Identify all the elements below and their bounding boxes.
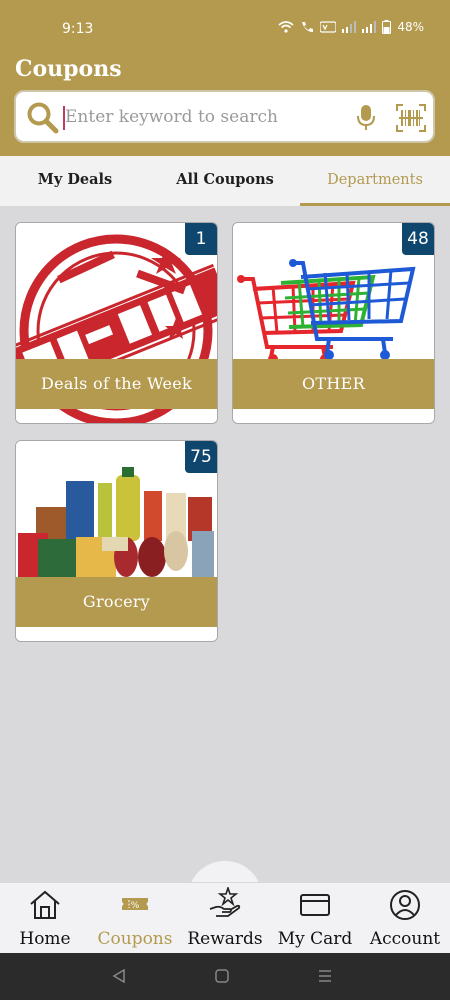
tab-bar: My Deals All Coupons Departments — [0, 156, 450, 206]
search-icon[interactable] — [26, 101, 60, 135]
signal-2-icon — [362, 21, 377, 33]
coupon-count-badge: 75 — [185, 441, 217, 473]
home-icon — [30, 890, 60, 919]
nav-rewards[interactable]: Rewards — [180, 883, 270, 954]
page-title: Coupons — [15, 56, 122, 82]
battery-icon — [382, 20, 392, 34]
bottom-nav: Home % Coupons Rewards My Card Account — [0, 882, 450, 953]
system-nav-bar — [0, 953, 450, 1000]
signal-1-icon — [342, 21, 357, 33]
department-label: Deals of the Week — [16, 359, 217, 409]
nav-label: Rewards — [187, 929, 263, 949]
tab-departments[interactable]: Departments — [300, 156, 450, 206]
coupon-count-badge: 1 — [185, 223, 217, 255]
recents-icon[interactable] — [318, 969, 332, 983]
nav-label: My Card — [277, 929, 353, 949]
battery-percent: 48% — [397, 20, 424, 34]
tab-my-deals[interactable]: My Deals — [0, 156, 150, 206]
header: Coupons — [0, 52, 450, 156]
nav-account[interactable]: Account — [360, 883, 450, 954]
wifi-icon — [278, 21, 294, 33]
department-card-other[interactable]: OTHER 48 — [232, 222, 435, 424]
status-bar: 9:13 48% — [0, 0, 450, 52]
call-icon — [302, 22, 314, 32]
nav-label: Home — [19, 929, 71, 949]
home-button-icon[interactable] — [215, 969, 229, 983]
mic-icon[interactable] — [356, 104, 376, 132]
svg-text:%: % — [131, 901, 140, 911]
nav-coupons[interactable]: % Coupons — [90, 883, 180, 954]
department-card-grocery[interactable]: Grocery 75 — [15, 440, 218, 642]
nav-my-card[interactable]: My Card — [270, 883, 360, 954]
coupon-count-badge: 48 — [402, 223, 434, 255]
search-bar[interactable] — [14, 90, 435, 143]
coupon-icon: % — [122, 898, 148, 911]
card-icon — [300, 894, 330, 916]
status-time: 9:13 — [62, 21, 94, 37]
barcode-scan-icon[interactable] — [396, 104, 426, 132]
volte-icon — [320, 21, 337, 33]
department-card-deals-of-the-week[interactable]: Deals of the Week 1 — [15, 222, 218, 424]
back-icon[interactable] — [112, 969, 126, 983]
nav-home[interactable]: Home — [0, 883, 90, 954]
status-icons: 48% — [278, 20, 424, 34]
department-label: OTHER — [233, 359, 434, 409]
search-input[interactable] — [65, 100, 345, 134]
nav-label: Account — [369, 929, 441, 949]
tab-all-coupons[interactable]: All Coupons — [150, 156, 300, 206]
account-icon — [390, 890, 420, 920]
rewards-icon — [209, 887, 241, 917]
department-label: Grocery — [16, 577, 217, 627]
nav-label: Coupons — [97, 929, 173, 949]
